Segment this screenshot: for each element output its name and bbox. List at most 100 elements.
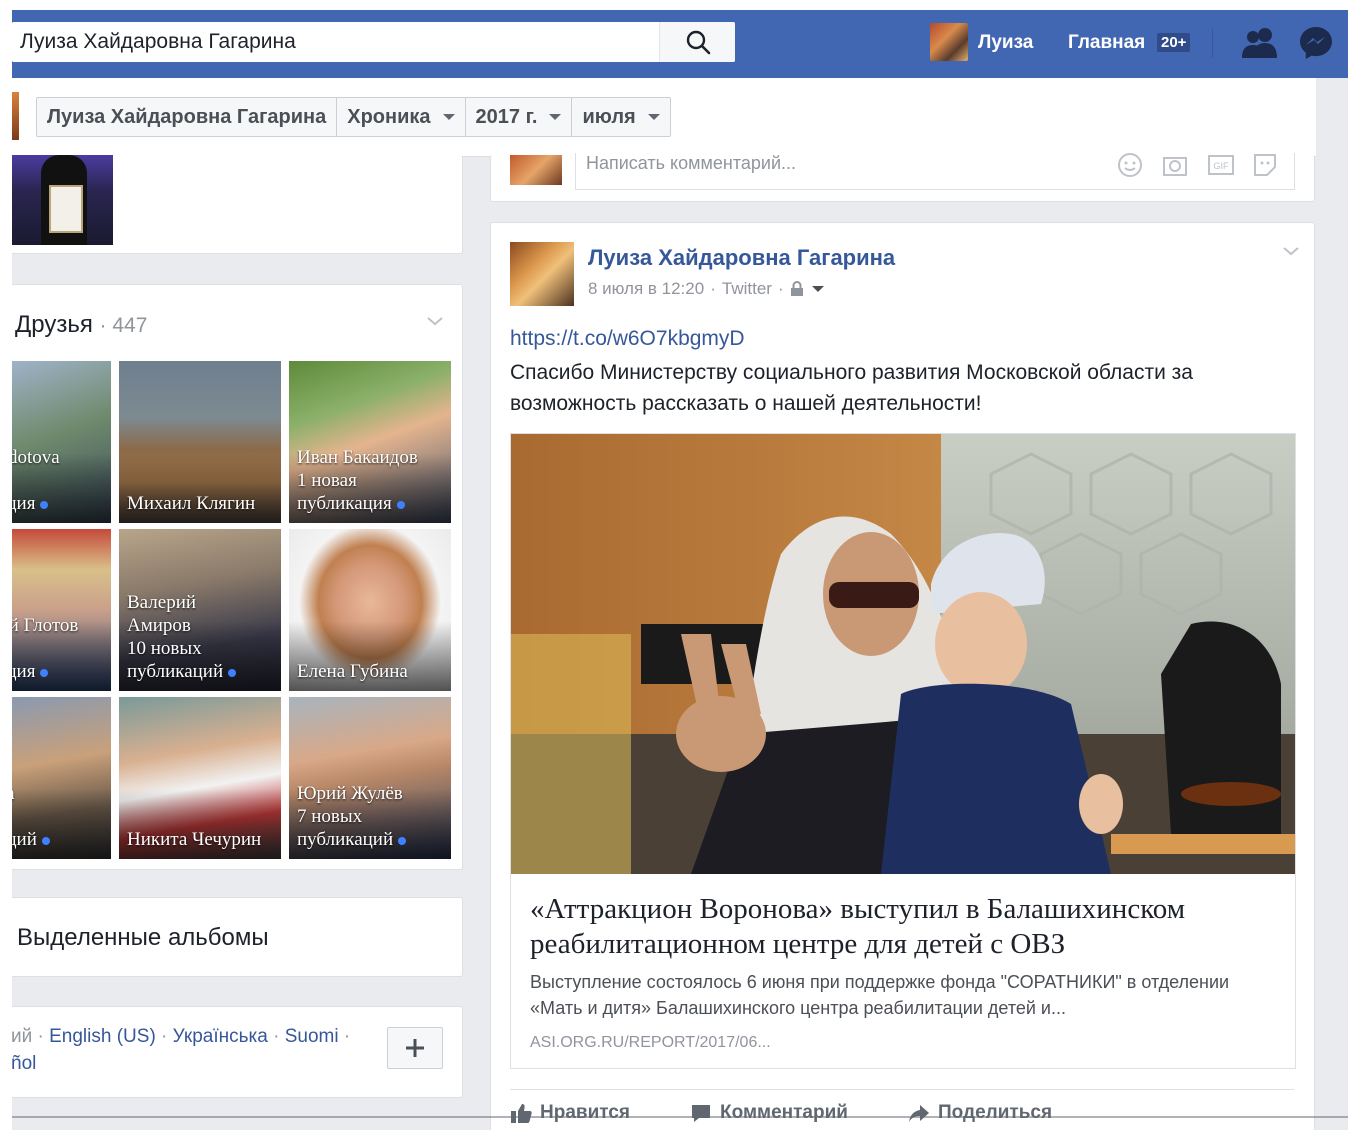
friend-sub: ева: [12, 782, 105, 805]
friend-caption: Елена Губина: [297, 660, 445, 683]
home-link[interactable]: Главная: [1068, 32, 1145, 54]
breadcrumb-profile-name[interactable]: Луиза Хайдаровна Гагарина: [37, 98, 338, 136]
meta-separator: ·: [710, 279, 716, 298]
link-preview[interactable]: «Аттракцион Воронова» выступил в Балаших…: [510, 433, 1296, 1069]
home-notification-badge: 20+: [1157, 33, 1191, 52]
featured-albums-card: Выделенные альбомы: [12, 897, 463, 977]
photo-certificate: [49, 185, 83, 233]
friend-caption: Михаил Клягин: [127, 492, 275, 515]
divider: [1212, 28, 1213, 58]
friend-sub: 7 новых: [297, 806, 363, 827]
new-post-dot: [228, 668, 237, 677]
link-preview-title[interactable]: «Аттракцион Воронова» выступил в Балаших…: [530, 892, 1280, 962]
like-button[interactable]: Нравится: [510, 1102, 630, 1124]
featured-albums-heading[interactable]: Выделенные альбомы: [17, 924, 269, 952]
share-icon: [909, 1105, 929, 1122]
link-preview-domain: ASI.ORG.RU/REPORT/2017/06...: [530, 1034, 771, 1051]
search-input[interactable]: [12, 22, 660, 62]
post-author-link[interactable]: Луиза Хайдаровна Гагарина: [588, 245, 895, 271]
friend-caption: ьяеваыхкаций: [12, 759, 105, 851]
language-ukrainian-link[interactable]: Українська: [173, 1026, 268, 1047]
page: Луиза Главная 20+ Луиза Хайдаровна Гагар…: [12, 10, 1348, 1130]
add-language-button[interactable]: [387, 1027, 443, 1069]
share-label: Поделиться: [938, 1102, 1053, 1123]
comment-input[interactable]: Написать комментарий... GIF: [575, 153, 1295, 190]
author-avatar[interactable]: [510, 242, 574, 306]
friend-tile[interactable]: ьяеваыхкаций: [12, 697, 111, 859]
comment-button[interactable]: Комментарий: [690, 1102, 848, 1124]
language-spanish-link[interactable]: ñol: [12, 1053, 36, 1075]
friend-sub: кация: [12, 493, 36, 514]
comment-icon: [692, 1105, 710, 1122]
profile-thumbnail[interactable]: [12, 92, 19, 140]
friend-tile[interactable]: рий Глотовякация: [12, 529, 111, 691]
lock-icon[interactable]: [790, 281, 804, 297]
profile-link[interactable]: Луиза: [978, 32, 1033, 54]
share-button[interactable]: Поделиться: [908, 1102, 1052, 1124]
comment-composer-card: Написать комментарий... GIF: [490, 153, 1315, 202]
new-post-dot: [40, 500, 49, 509]
friends-title: Друзья: [15, 311, 93, 338]
search-button[interactable]: [659, 22, 735, 62]
photo-thumbnail[interactable]: [12, 155, 113, 245]
friend-sub: публикаций: [297, 829, 394, 850]
post-timestamp[interactable]: 8 июля в 12:20: [588, 279, 704, 299]
new-post-dot: [40, 668, 49, 677]
friends-heading[interactable]: Друзья · 447: [15, 311, 147, 339]
friend-caption: Fedotovaякация: [12, 446, 105, 515]
breadcrumb-label: 2017 г.: [475, 105, 538, 128]
preview-photo: [511, 434, 1295, 874]
breadcrumb-month-dropdown[interactable]: июля: [572, 98, 669, 136]
friend-sub: каций: [12, 829, 37, 850]
post-source[interactable]: Twitter: [722, 279, 772, 299]
sticker-icon[interactable]: [1251, 151, 1279, 179]
commenter-avatar: [510, 155, 562, 185]
camera-icon[interactable]: [1161, 151, 1189, 179]
caret-down-icon: [647, 114, 660, 120]
new-post-dot: [41, 836, 50, 845]
friend-tile[interactable]: Fedotovaякация: [12, 361, 111, 523]
caret-down-icon[interactable]: [811, 286, 824, 292]
friend-tile[interactable]: Иван Бакаидов 1 новая публикация: [289, 361, 451, 523]
language-finnish-link[interactable]: Suomi: [285, 1026, 339, 1047]
friend-sub: 10 новых: [127, 638, 202, 659]
languages-list: ий · English (US) · Українська · Suomi ·: [12, 1026, 351, 1047]
friend-requests-icon[interactable]: [1240, 26, 1280, 60]
languages-card: ий · English (US) · Українська · Suomi ·…: [12, 1006, 463, 1098]
friend-sub: публикаций: [127, 661, 224, 682]
post-options-chevron-icon[interactable]: [1282, 245, 1300, 257]
caret-down-icon: [549, 114, 562, 120]
friend-tile[interactable]: Михаил Клягин: [119, 361, 281, 523]
meta-separator: ·: [777, 279, 784, 298]
friend-tile[interactable]: Валерий Амиров 10 новых публикаций: [119, 529, 281, 691]
friend-sub: я: [12, 637, 105, 660]
friend-sub: я: [12, 469, 105, 492]
new-post-dot: [396, 500, 405, 509]
search-box: [12, 22, 735, 62]
language-english-link[interactable]: English (US): [49, 1026, 156, 1047]
messenger-icon[interactable]: [1298, 25, 1334, 61]
emoji-icon[interactable]: [1116, 151, 1144, 179]
plus-icon: [406, 1039, 424, 1057]
new-post-dot: [398, 836, 407, 845]
post-meta: 8 июля в 12:20 · Twitter ·: [588, 279, 824, 299]
friend-tile[interactable]: Юрий Жулёв 7 новых публикаций: [289, 697, 451, 859]
friend-name: Fedotova: [12, 447, 60, 468]
gif-icon[interactable]: GIF: [1206, 151, 1236, 179]
friend-name: ья: [12, 759, 105, 782]
breadcrumb-timeline-dropdown[interactable]: Хроника: [337, 98, 466, 136]
bottom-border: [12, 1116, 1348, 1118]
friend-caption: Валерий Амиров 10 новых публикаций: [127, 591, 275, 683]
friend-caption: Юрий Жулёв 7 новых публикаций: [297, 782, 445, 851]
friend-name: Юрий Жулёв: [297, 783, 403, 804]
language-fragment: ий ·: [12, 1026, 44, 1047]
friend-sub: Амиров: [127, 615, 191, 636]
friend-tile[interactable]: Никита Чечурин: [119, 697, 281, 859]
friend-name: рий Глотов: [12, 615, 79, 636]
friend-tile[interactable]: Елена Губина: [289, 529, 451, 691]
breadcrumb-year-dropdown[interactable]: 2017 г.: [466, 98, 573, 136]
link-preview-description: Выступление состоялось 6 июня при поддер…: [530, 972, 1230, 1018]
chevron-down-icon[interactable]: [426, 315, 444, 327]
user-avatar[interactable]: [930, 23, 968, 61]
post-url-link[interactable]: https://t.co/w6O7kbgmyD: [510, 327, 745, 351]
